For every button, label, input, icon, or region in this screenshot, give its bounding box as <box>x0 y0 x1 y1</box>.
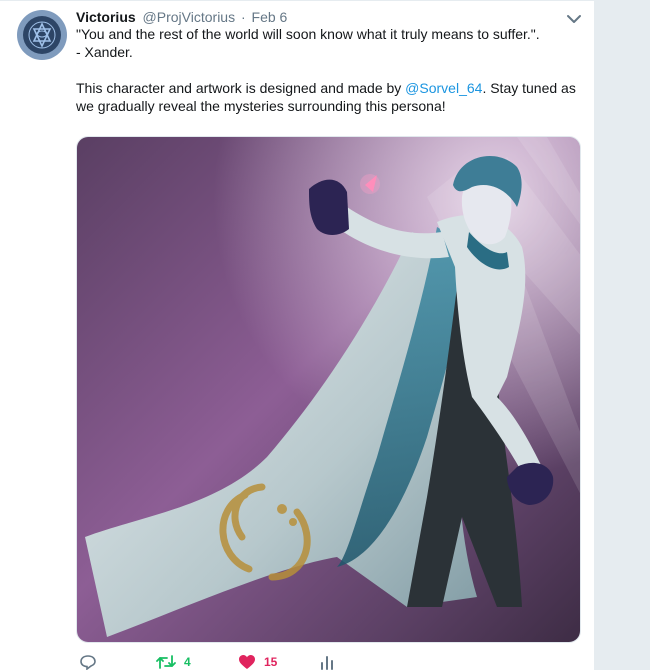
tweet-actions: 4 15 <box>76 652 581 670</box>
retweet-count: 4 <box>184 655 191 669</box>
display-name[interactable]: Victorius <box>76 9 136 25</box>
quote-line: "You and the rest of the world will soon… <box>76 26 540 42</box>
user-handle[interactable]: @ProjVictorius <box>143 9 236 25</box>
analytics-button[interactable] <box>319 652 335 670</box>
like-button[interactable]: 15 <box>238 652 277 670</box>
chevron-down-icon[interactable] <box>566 12 582 24</box>
character-artwork <box>77 137 580 642</box>
tweet-image[interactable] <box>76 136 581 643</box>
tweet-text: "You and the rest of the world will soon… <box>76 25 581 115</box>
body-prefix: This character and artwork is designed a… <box>76 80 406 96</box>
tweet-header: Victorius @ProjVictorius · Feb 6 <box>76 8 287 26</box>
heart-icon <box>239 655 255 669</box>
tweet-date[interactable]: Feb 6 <box>252 9 288 25</box>
tweet-card[interactable]: Victorius @ProjVictorius · Feb 6 "You an… <box>0 0 595 670</box>
bar-chart-icon <box>321 656 333 670</box>
retweet-icon <box>156 655 176 669</box>
reply-button[interactable] <box>79 652 105 670</box>
mention-link[interactable]: @Sorvel_64 <box>405 80 482 96</box>
attribution-line: - Xander. <box>76 44 133 60</box>
avatar[interactable] <box>17 10 67 60</box>
retweet-button[interactable]: 4 <box>156 652 191 670</box>
avatar-inner <box>23 16 61 54</box>
divider <box>0 0 594 1</box>
reply-icon <box>80 655 96 670</box>
like-count: 15 <box>264 655 278 669</box>
separator-dot: · <box>240 9 246 25</box>
body-paragraph: This character and artwork is designed a… <box>76 79 581 115</box>
unicursal-hexagram-icon <box>28 21 56 49</box>
